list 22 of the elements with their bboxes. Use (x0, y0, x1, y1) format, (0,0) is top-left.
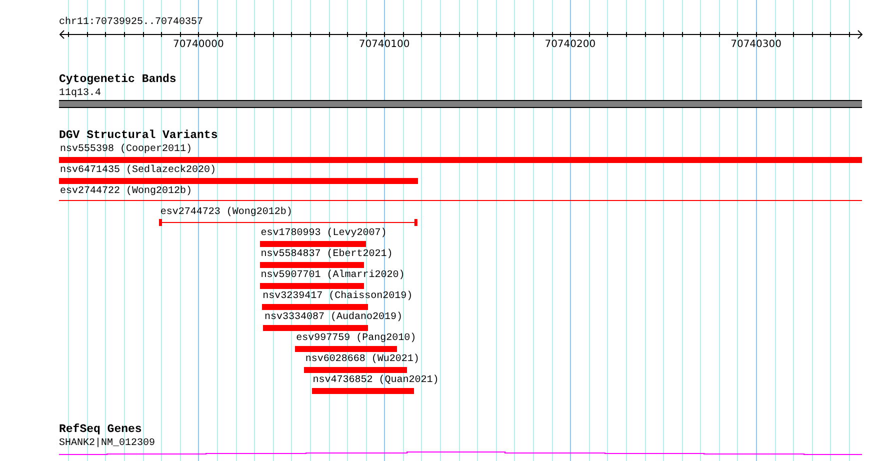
variant-label: esv2744723 (Wong2012b) (160, 207, 292, 219)
variant-label: nsv555398 (Cooper2011) (60, 144, 192, 156)
variant-label: esv2744722 (Wong2012b) (60, 186, 192, 198)
tick-label: 70740100 (358, 39, 410, 51)
variant-label: esv997759 (Pang2010) (296, 333, 416, 345)
variant-label: nsv3239417 (Chaisson2019) (262, 291, 413, 303)
variant-label: nsv6028668 (Wu2021) (305, 354, 420, 366)
tick-label: 70740300 (730, 39, 782, 51)
variant-label: nsv4736852 (Quan2021) (312, 375, 439, 387)
track-title: RefSeq Genes (59, 424, 142, 436)
variant-label: nsv5584837 (Ebert2021) (260, 249, 393, 261)
track-title: DGV Structural Variants (59, 130, 218, 142)
variant-label: esv1780993 (Levy2007) (260, 228, 387, 240)
track-title: Cytogenetic Bands (59, 74, 176, 86)
variant-label: nsv5907701 (Almarri2020) (260, 270, 405, 282)
tick-label: 70740000 (172, 39, 224, 51)
tick-label: 70740200 (544, 39, 596, 51)
coordinate-label: chr11:70739925..70740357 (59, 17, 204, 29)
variant-label: nsv3334087 (Audano2019) (264, 312, 402, 324)
variant-label: nsv6471435 (Sedlazeck2020) (60, 165, 216, 177)
gene-label: SHANK2|NM_012309 (59, 438, 156, 450)
band-label: 11q13.4 (59, 88, 102, 100)
